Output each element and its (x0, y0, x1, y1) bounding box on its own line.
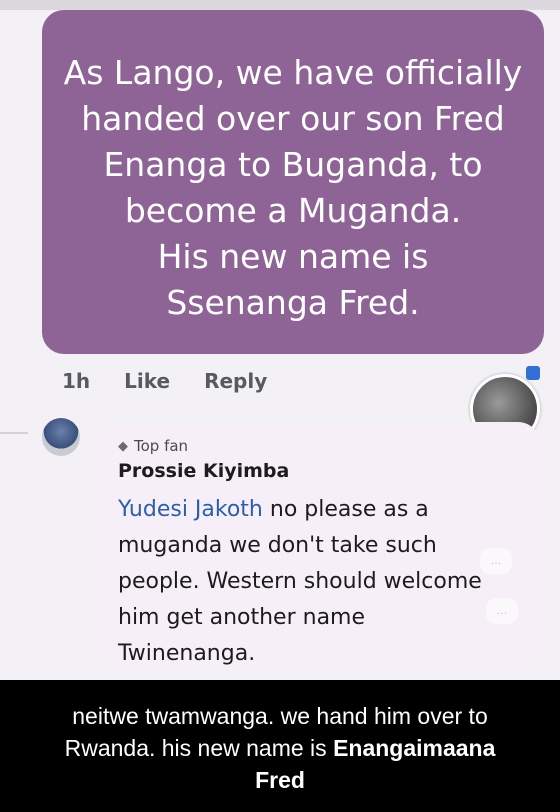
thread-connector (0, 432, 28, 434)
post-meta-row: 1h Like Reply (62, 366, 267, 396)
post-timestamp: 1h (62, 369, 91, 393)
post-text-line: Ssenanga Fred. (166, 283, 420, 322)
post-text-line: handed over our son Fred (81, 99, 505, 138)
caption-bold-name: Enangaimaana (333, 735, 496, 761)
caption-line: Rwanda. his new name is Enangaimaana (0, 732, 560, 764)
caption-bold-name: Fred (255, 767, 305, 793)
comment-line: him get another name (118, 605, 366, 630)
story-badge-icon (526, 366, 540, 380)
post-text-line: become a Muganda. (124, 191, 462, 230)
comment-line: people. Western should welcome (118, 569, 482, 594)
comment-line: muganda we don't take such (118, 533, 437, 558)
post-text-line: Enanga to Buganda, to (103, 145, 483, 184)
top-fan-label: Top fan (134, 437, 189, 455)
comment-line: Twinenanga. (118, 641, 256, 666)
caption-bar: neitwe twamwanga. we hand him over to Rw… (0, 680, 560, 812)
comment-author-name[interactable]: Prossie Kiyimba (118, 460, 289, 482)
comment-line: Yudesi Jakoth no please as a (118, 492, 538, 528)
post-text-line: His new name is (157, 237, 429, 276)
post-text-line: As Lango, we have officially (63, 53, 523, 92)
top-fan-badge: ◆ Top fan (118, 437, 188, 455)
comment-body: Yudesi Jakoth no please as a muganda we … (118, 492, 538, 672)
mention-link[interactable]: Yudesi Jakoth (118, 497, 263, 522)
reply-link[interactable]: Reply (204, 369, 267, 393)
diamond-icon: ◆ (118, 438, 128, 454)
caption-text: Rwanda. his new name is (64, 735, 334, 761)
like-link[interactable]: Like (124, 369, 170, 393)
top-strip (0, 0, 560, 10)
caption-line: Fred (0, 764, 560, 796)
commenter-avatar[interactable] (42, 418, 80, 456)
post-bubble: As Lango, we have officially handed over… (42, 10, 544, 354)
comment-text: no please as a (262, 497, 429, 522)
caption-line: neitwe twamwanga. we hand him over to (72, 703, 488, 729)
